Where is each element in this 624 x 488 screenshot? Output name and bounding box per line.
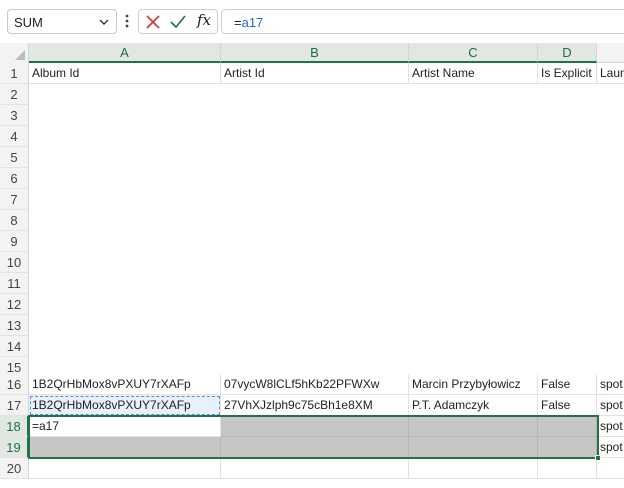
cell-a18-editing[interactable]: =a17 (29, 416, 221, 437)
formula-input[interactable]: =a17 (221, 9, 624, 34)
row-header-4[interactable]: 4 (0, 126, 29, 147)
insert-function-icon[interactable]: fx (197, 11, 211, 29)
cell-a19[interactable] (29, 437, 221, 458)
cell-b19[interactable] (221, 437, 409, 458)
cell-c17[interactable]: P.T. Adamczyk (409, 395, 538, 416)
formula-text: =a17 (234, 15, 264, 30)
column-header-d[interactable]: D (538, 43, 597, 63)
row-header-3[interactable]: 3 (0, 105, 29, 126)
name-box[interactable]: SUM (7, 9, 117, 34)
row-header-5[interactable]: 5 (0, 147, 29, 168)
column-header-a[interactable]: A (29, 43, 221, 63)
cell-c20[interactable] (409, 458, 538, 479)
column-header-e[interactable] (597, 43, 624, 63)
cell-e16[interactable]: spot (597, 374, 624, 395)
row-header-20[interactable]: 20 (0, 458, 29, 479)
name-box-value: SUM (14, 15, 43, 30)
row-header-2[interactable]: 2 (0, 84, 29, 105)
row-header-14[interactable]: 14 (0, 336, 29, 357)
formula-buttons: fx (138, 9, 218, 34)
row-header-6[interactable]: 6 (0, 168, 29, 189)
cell-e18[interactable]: spot (597, 416, 624, 437)
row-header-10[interactable]: 10 (0, 252, 29, 273)
cell-a16[interactable]: 1B2QrHbMox8vPXUY7rXAFp (29, 374, 221, 395)
cell-e20[interactable] (597, 458, 624, 479)
column-headers: A B C D (0, 43, 624, 63)
cell-e19[interactable]: spot (597, 437, 624, 458)
enter-check-icon[interactable] (169, 13, 187, 31)
row-header-19[interactable]: 19 (0, 437, 29, 458)
fill-handle[interactable] (595, 455, 601, 461)
cancel-x-icon[interactable] (144, 13, 162, 31)
cell-b16[interactable]: 07vycW8lCLf5hKb22PFWXw (221, 374, 409, 395)
cell-d19[interactable] (538, 437, 597, 458)
cell-c19[interactable] (409, 437, 538, 458)
cell-b1[interactable]: Artist Id (221, 63, 409, 84)
chevron-down-icon[interactable] (98, 16, 110, 28)
cell-c16[interactable]: Marcin Przybyłowicz (409, 374, 538, 395)
cell-d20[interactable] (538, 458, 597, 479)
cell-e1[interactable]: Laun (597, 63, 624, 84)
cell-d1[interactable]: Is Explicit (538, 63, 597, 84)
row-header-12[interactable]: 12 (0, 294, 29, 315)
cell-d16[interactable]: False (538, 374, 597, 395)
cell-d18[interactable] (538, 416, 597, 437)
cell-a17[interactable]: 1B2QrHbMox8vPXUY7rXAFp (29, 395, 221, 416)
formula-bar: SUM fx =a17 (0, 0, 624, 43)
more-options-icon[interactable] (122, 11, 132, 31)
cell-a20[interactable] (29, 458, 221, 479)
cell-c1[interactable]: Artist Name (409, 63, 538, 84)
row-header-17[interactable]: 17 (0, 395, 29, 416)
row-header-11[interactable]: 11 (0, 273, 29, 294)
cell-e17[interactable]: spot (597, 395, 624, 416)
cell-d17[interactable]: False (538, 395, 597, 416)
column-header-b[interactable]: B (221, 43, 409, 63)
cell-c18[interactable] (409, 416, 538, 437)
cell-b17[interactable]: 27VhXJzlph9c75cBh1e8XM (221, 395, 409, 416)
row-header-18[interactable]: 18 (0, 416, 29, 437)
cell-a1[interactable]: Album Id (29, 63, 221, 84)
select-all-corner[interactable] (0, 43, 29, 63)
column-header-c[interactable]: C (409, 43, 538, 63)
cell-b20[interactable] (221, 458, 409, 479)
row-header-9[interactable]: 9 (0, 231, 29, 252)
empty-rows-region (29, 84, 624, 374)
row-header-16[interactable]: 16 (0, 374, 29, 395)
row-header-13[interactable]: 13 (0, 315, 29, 336)
row-header-1[interactable]: 1 (0, 63, 29, 84)
row-header-7[interactable]: 7 (0, 189, 29, 210)
cell-b18[interactable] (221, 416, 409, 437)
row-header-8[interactable]: 8 (0, 210, 29, 231)
